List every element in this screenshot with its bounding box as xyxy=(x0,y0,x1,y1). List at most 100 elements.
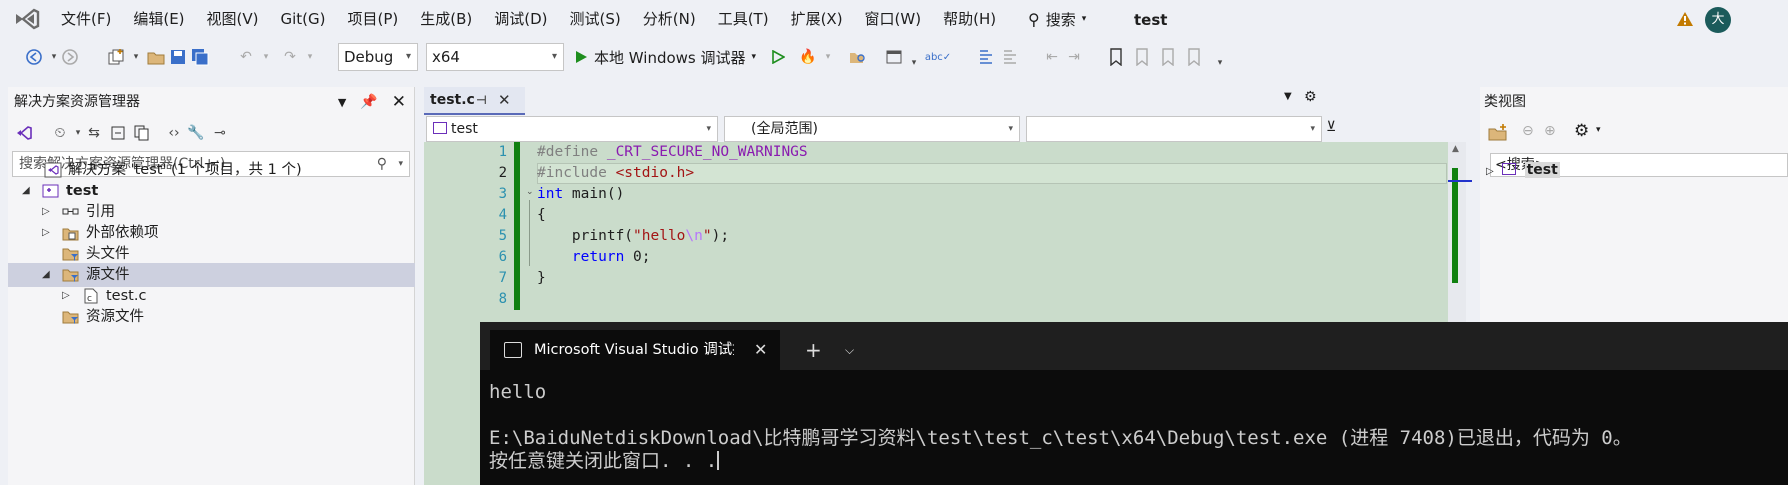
scroll-up-icon[interactable]: ▲ xyxy=(1452,144,1459,154)
new-folder-icon[interactable] xyxy=(1488,123,1508,145)
search-button[interactable]: ⚲ 搜索 ▾ xyxy=(1028,6,1086,32)
menu-item-10[interactable]: 扩展(X) xyxy=(780,0,854,38)
bookmark-icon[interactable] xyxy=(1106,47,1126,67)
history-icon[interactable]: ⏲ xyxy=(50,123,70,143)
chevron-down-icon[interactable]: ⌵ xyxy=(845,330,854,370)
new-project-icon[interactable] xyxy=(106,47,126,67)
menu-item-2[interactable]: 视图(V) xyxy=(196,0,270,38)
close-tab-icon[interactable]: ✕ xyxy=(498,87,511,113)
next-bookmark-icon[interactable] xyxy=(1158,47,1178,67)
collapse-all-icon[interactable] xyxy=(108,123,128,143)
scope-nav-dropdown[interactable]: (全局范围) ▾ xyxy=(724,116,1020,142)
chevron-down-icon[interactable]: ▾ xyxy=(126,47,146,67)
properties-wrench-icon[interactable]: 🔧 xyxy=(186,123,206,143)
configuration-dropdown[interactable]: Debug ▾ xyxy=(338,43,418,71)
code-line-3[interactable]: int main() xyxy=(537,184,624,205)
avatar[interactable]: 大 xyxy=(1705,7,1731,33)
tab-test-c[interactable]: test.c ⊣ ✕ xyxy=(424,87,525,115)
new-tab-icon[interactable]: + xyxy=(805,330,822,370)
chevron-down-icon[interactable]: ▾ xyxy=(904,53,924,73)
class-view-header: 类视图 xyxy=(1484,94,1526,110)
c-file-icon: c xyxy=(82,288,100,304)
back-icon[interactable]: ⊖ xyxy=(1522,123,1534,139)
project-nav-dropdown[interactable]: test ▾ xyxy=(426,116,718,142)
chevron-down-icon[interactable]: ▾ xyxy=(256,47,276,67)
code-line-6[interactable]: return 0; xyxy=(537,247,651,268)
collapse-main-icon[interactable]: ⌄ xyxy=(526,187,534,197)
console-cursor xyxy=(717,451,720,470)
start-debugging-button[interactable]: 本地 Windows 调试器 ▾ xyxy=(574,42,756,72)
save-all-icon[interactable] xyxy=(190,47,210,67)
chevron-down-icon: ▾ xyxy=(1008,124,1013,134)
split-window-icon[interactable]: ⊻ xyxy=(1326,119,1336,135)
code-line-4[interactable]: { xyxy=(537,205,546,226)
scrollbar-caret-marker xyxy=(1448,180,1472,182)
code-line-2[interactable]: #include <stdio.h> xyxy=(537,163,694,184)
platform-value: x64 xyxy=(432,48,460,66)
gear-icon[interactable]: ⚙ xyxy=(1304,89,1317,105)
warning-icon[interactable] xyxy=(1676,11,1694,27)
menu-item-1[interactable]: 编辑(E) xyxy=(122,0,195,38)
menu-item-9[interactable]: 工具(T) xyxy=(707,0,780,38)
chevron-down-icon[interactable]: ▾ xyxy=(818,47,838,67)
menu-item-7[interactable]: 测试(S) xyxy=(559,0,632,38)
debug-console-window[interactable]: Microsoft Visual Studio 调试控制台 ✕ + ⌵ hell… xyxy=(480,322,1788,485)
close-icon[interactable]: ✕ xyxy=(754,330,767,370)
indent-icon[interactable]: ⇥ xyxy=(1064,47,1084,67)
previous-bookmark-icon[interactable] xyxy=(1132,47,1152,67)
chevron-down-icon[interactable]: ▾ xyxy=(300,47,320,67)
visual-studio-logo-icon[interactable] xyxy=(14,8,40,30)
window-menu-icon[interactable]: ▼ xyxy=(338,96,346,109)
comment-icon[interactable] xyxy=(976,47,996,67)
menu-item-3[interactable]: Git(G) xyxy=(270,0,337,38)
save-icon[interactable] xyxy=(168,47,188,67)
code-line-5[interactable]: printf("hello\n"); xyxy=(537,226,729,247)
pin-icon[interactable]: 📌 xyxy=(360,94,377,110)
menu-item-0[interactable]: 文件(F) xyxy=(50,0,122,38)
external-deps-icon xyxy=(62,225,80,241)
menu-item-6[interactable]: 调试(D) xyxy=(483,0,558,38)
console-tab[interactable]: Microsoft Visual Studio 调试控制台 ✕ xyxy=(490,330,780,370)
close-icon[interactable]: ✕ xyxy=(392,92,406,112)
pin-icon[interactable]: ⊣ xyxy=(476,87,487,113)
start-without-debugging-icon[interactable] xyxy=(768,47,788,67)
spell-check-icon[interactable]: abc✓ xyxy=(925,47,951,67)
class-view-tree-root[interactable]: ▷ test xyxy=(1486,159,1560,181)
sync-icon[interactable]: ⇆ xyxy=(84,123,104,143)
tab-overflow-icon[interactable]: ▼ xyxy=(1284,91,1292,102)
menu-item-5[interactable]: 生成(B) xyxy=(409,0,483,38)
find-in-files-icon[interactable] xyxy=(848,47,868,67)
open-folder-icon[interactable] xyxy=(146,47,166,67)
redo-icon[interactable]: ↷ xyxy=(280,47,300,67)
chevron-down-icon[interactable]: ▾ xyxy=(1596,125,1601,135)
window-layout-icon[interactable] xyxy=(884,47,904,67)
menu-item-8[interactable]: 分析(N) xyxy=(632,0,707,38)
view-code-icon[interactable]: ‹› xyxy=(164,123,184,143)
outdent-icon[interactable]: ⇤ xyxy=(1042,47,1062,67)
tree-item[interactable]: 资源文件 xyxy=(8,305,415,329)
chevron-down-icon: ▾ xyxy=(551,51,557,62)
gear-icon[interactable]: ⚙ xyxy=(1574,121,1589,141)
uncomment-icon[interactable] xyxy=(1000,47,1020,67)
member-nav-dropdown[interactable]: ▾ xyxy=(1026,116,1322,142)
forward-icon[interactable]: ⊕ xyxy=(1544,123,1556,139)
code-line-7[interactable]: } xyxy=(537,268,546,289)
show-all-files-icon[interactable] xyxy=(132,123,152,143)
expander-icon[interactable]: ▷ xyxy=(1486,166,1494,177)
platform-dropdown[interactable]: x64 ▾ xyxy=(426,43,564,71)
menu-item-4[interactable]: 项目(P) xyxy=(337,0,410,38)
clear-bookmarks-icon[interactable] xyxy=(1184,47,1204,67)
menu-item-11[interactable]: 窗口(W) xyxy=(854,0,933,38)
solution-switch-icon[interactable] xyxy=(14,123,34,143)
back-icon[interactable] xyxy=(24,47,44,67)
menu-item-12[interactable]: 帮助(H) xyxy=(932,0,1007,38)
console-line-4: 按任意键关闭此窗口. . . xyxy=(489,450,720,473)
menu-bar: 文件(F) 编辑(E) 视图(V) Git(G) 项目(P) 生成(B) 调试(D) 测试(S… xyxy=(0,0,1788,38)
undo-icon[interactable]: ↶ xyxy=(236,47,256,67)
toolbar-overflow-icon[interactable]: ▾ xyxy=(1210,53,1230,73)
hot-reload-icon[interactable]: 🔥 xyxy=(798,47,818,67)
preview-selected-icon[interactable]: ⊸ xyxy=(210,123,230,143)
code-line-1[interactable]: #define _CRT_SECURE_NO_WARNINGS xyxy=(537,142,808,163)
forward-icon[interactable] xyxy=(60,47,80,67)
chevron-down-icon: ▾ xyxy=(405,51,411,62)
